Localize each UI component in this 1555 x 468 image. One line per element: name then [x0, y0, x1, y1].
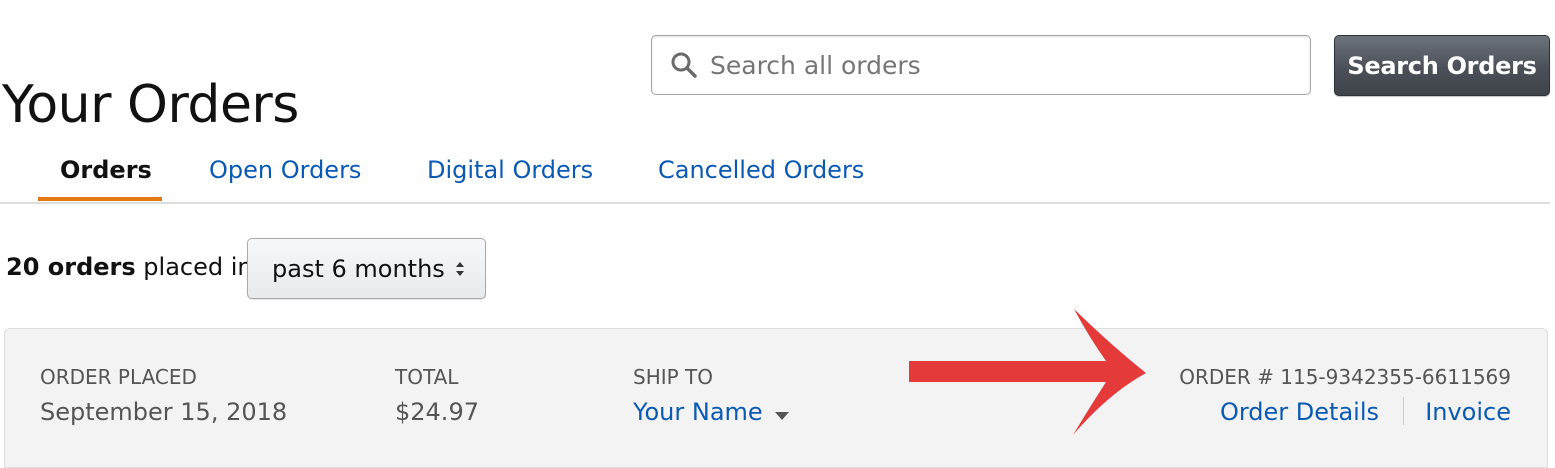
- search-box[interactable]: [651, 35, 1311, 95]
- tab-digital-orders[interactable]: Digital Orders: [427, 154, 593, 186]
- search-input[interactable]: [710, 44, 1300, 86]
- red-arrow-annotation: [909, 309, 1146, 435]
- order-card-header: ORDER PLACED September 15, 2018 TOTAL $2…: [4, 328, 1548, 468]
- search-orders-button[interactable]: Search Orders: [1334, 35, 1550, 96]
- order-tabs: Orders Open Orders Digital Orders Cancel…: [0, 140, 1550, 204]
- page-title: Your Orders: [2, 74, 299, 135]
- link-divider: [1403, 397, 1404, 425]
- orders-summary: 20 orders placed in: [6, 252, 253, 282]
- order-total-label: TOTAL: [395, 365, 459, 389]
- search-icon: [670, 51, 698, 79]
- ship-to-label: SHIP TO: [633, 365, 714, 389]
- tab-orders[interactable]: Orders: [60, 154, 152, 186]
- time-period-select[interactable]: past 6 months: [247, 238, 486, 299]
- orders-summary-suffix: placed in: [135, 253, 253, 281]
- invoice-link[interactable]: Invoice: [1425, 397, 1511, 427]
- ship-to-name-link[interactable]: Your Name: [633, 397, 763, 427]
- order-placed-label: ORDER PLACED: [40, 365, 197, 389]
- order-total-value: $24.97: [395, 398, 479, 426]
- order-details-link[interactable]: Order Details: [1220, 397, 1379, 427]
- time-period-value: past 6 months: [272, 255, 445, 283]
- order-number: ORDER # 115-9342355-6611569: [1179, 365, 1511, 389]
- active-tab-underline: [38, 197, 162, 201]
- select-caret-icon: [454, 260, 466, 278]
- chevron-down-icon[interactable]: [775, 406, 789, 420]
- orders-count: 20 orders: [6, 253, 136, 281]
- tab-open-orders[interactable]: Open Orders: [209, 154, 361, 186]
- order-placed-date: September 15, 2018: [40, 398, 288, 426]
- tab-cancelled-orders[interactable]: Cancelled Orders: [658, 154, 864, 186]
